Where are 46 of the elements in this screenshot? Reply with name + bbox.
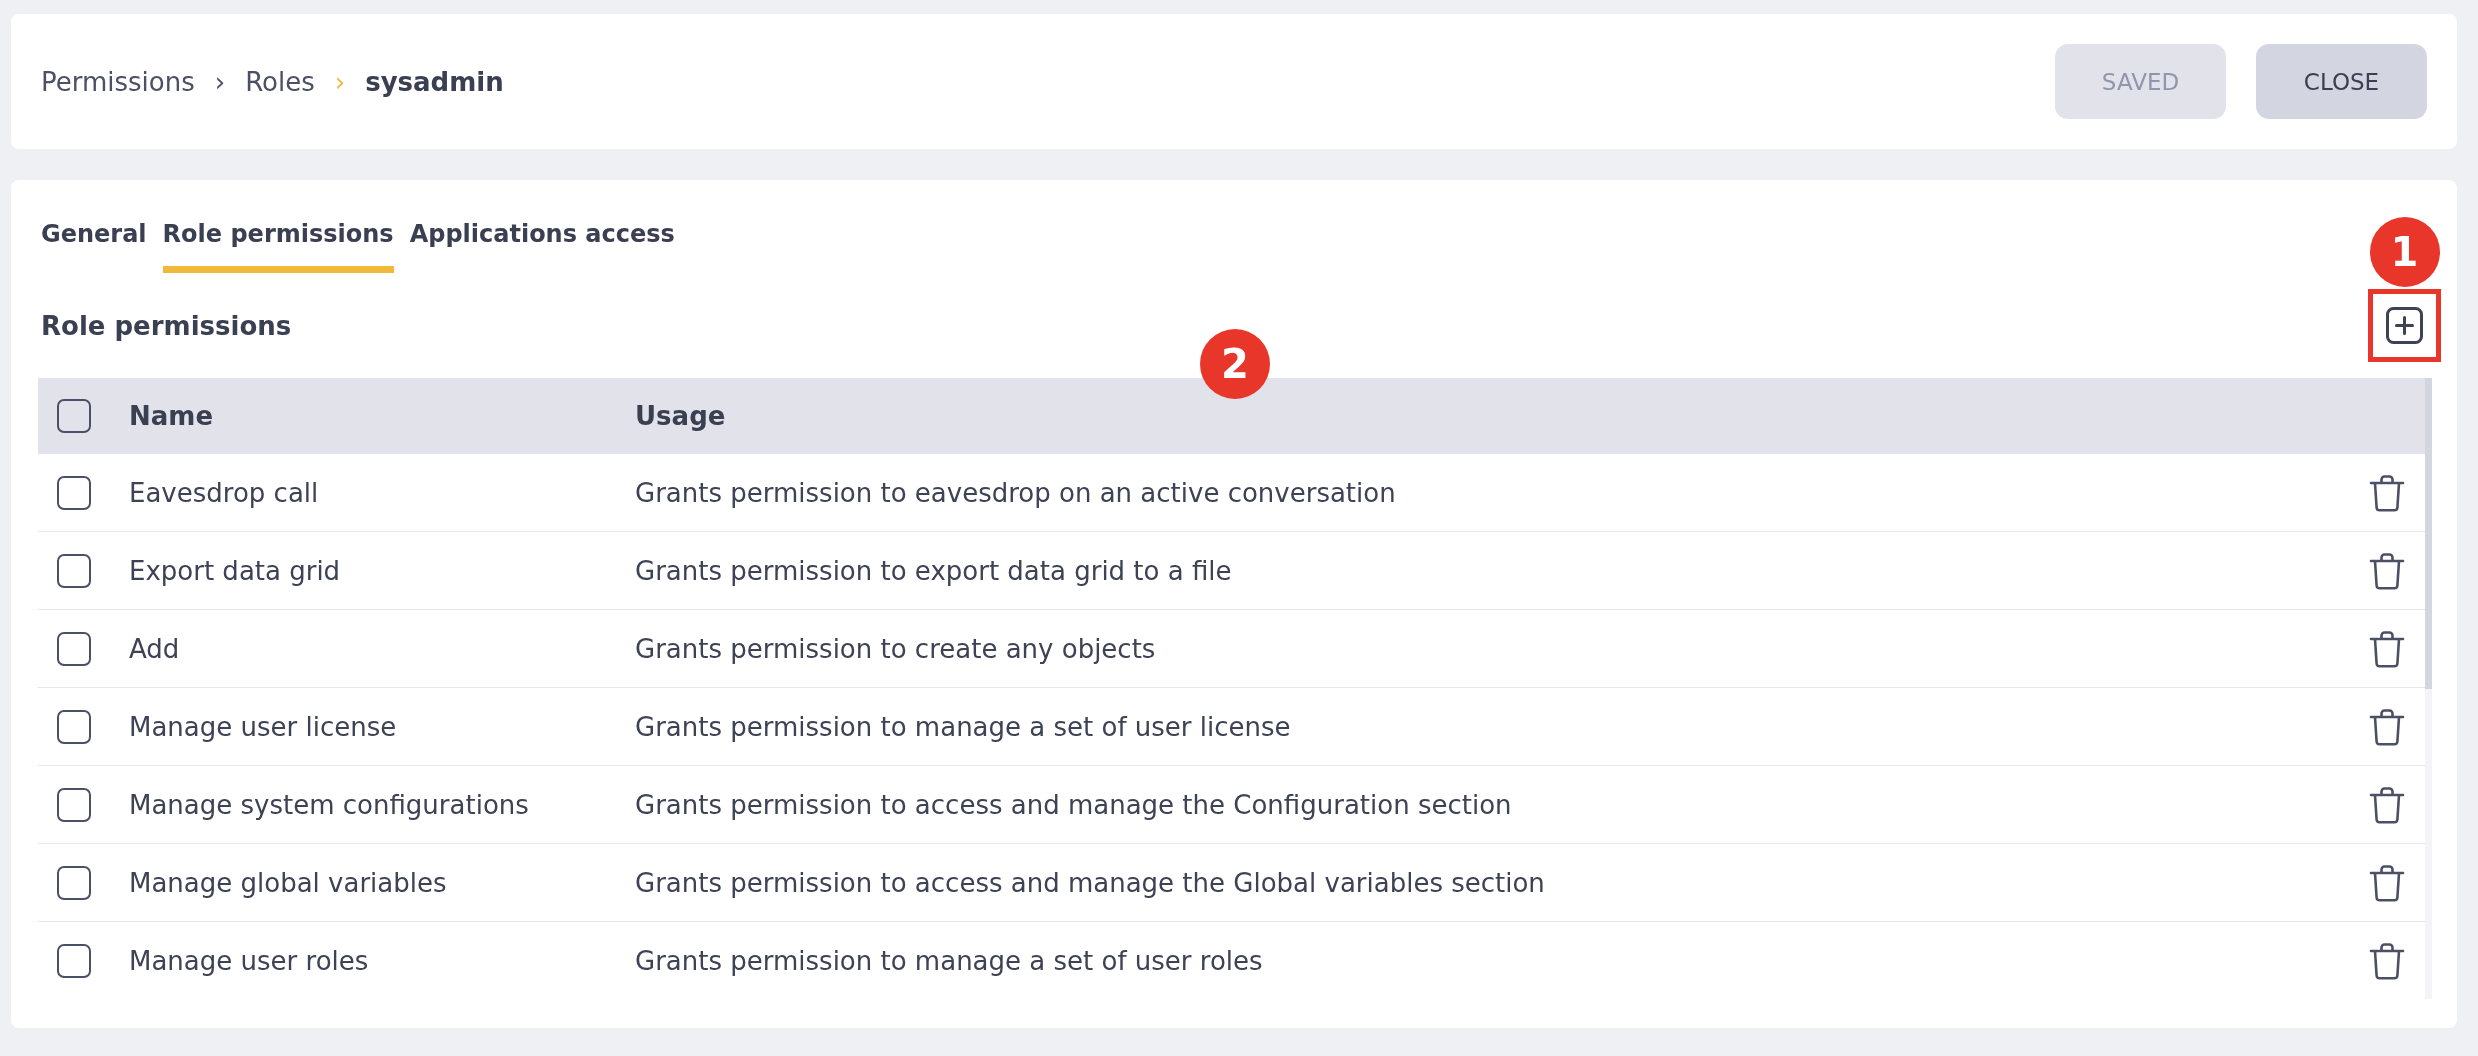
breadcrumb-item: sysadmin [365,66,504,97]
trash-icon[interactable] [2369,785,2405,824]
table-cell-text: Eavesdrop call [129,477,320,508]
column-header: Name [129,401,215,431]
table-cell-text: Manage system configurations [129,789,530,820]
row-checkbox[interactable] [57,787,91,822]
breadcrumb-item[interactable]: Permissions [41,66,195,97]
trash-icon[interactable] [2369,551,2405,590]
trash-icon[interactable] [2369,707,2405,746]
table-cell-text: Grants permission to create any objects [635,633,1157,664]
scrollbar-thumb[interactable] [2425,378,2432,689]
table-cell-text: Manage global variables [129,867,448,898]
row-checkbox[interactable] [57,553,91,588]
breadcrumb-separator: › [334,66,346,97]
scrollbar[interactable] [2425,378,2432,999]
row-checkbox[interactable] [57,709,91,744]
callout-badge: 2 [1200,329,1270,399]
column-header: Usage [635,401,727,431]
row-checkbox[interactable] [57,475,91,510]
breadcrumb-item[interactable]: Roles [245,66,315,97]
select-all-checkbox[interactable] [57,399,91,433]
trash-icon[interactable] [2369,863,2405,902]
row-checkbox[interactable] [57,631,91,666]
row-checkbox[interactable] [57,943,91,978]
table-cell-text: Manage user license [129,711,398,742]
section-title: Role permissions [41,310,292,341]
table-cell-text: Export data grid [129,555,342,586]
breadcrumb-separator: › [214,66,226,97]
table-cell-text: Grants permission to manage a set of user roles [635,945,1264,976]
table-cell-text: Add [129,633,181,664]
tab[interactable]: Role permissions [162,220,394,273]
table-cell-text: Grants permission to access and manage the Configuration section [635,789,1513,820]
tab[interactable]: General [41,220,147,273]
trash-icon[interactable] [2369,629,2405,668]
table-cell-text: Grants permission to access and manage the Global variables section [635,867,1546,898]
table-cell-text: Grants permission to eavesdrop on an active conversation [635,477,1397,508]
trash-icon[interactable] [2369,941,2405,980]
callout-badge: 1 [2369,217,2440,287]
tab[interactable]: Applications access [409,220,675,273]
table-cell-text: Grants permission to export data grid to a file [635,555,1233,586]
table-cell-text: Manage user roles [129,945,370,976]
plus-icon[interactable] [2386,307,2423,344]
table-cell-text: Grants permission to manage a set of user license [635,711,1292,742]
trash-icon[interactable] [2369,473,2405,512]
row-checkbox[interactable] [57,865,91,900]
close-button[interactable]: CLOSE [2256,44,2427,119]
